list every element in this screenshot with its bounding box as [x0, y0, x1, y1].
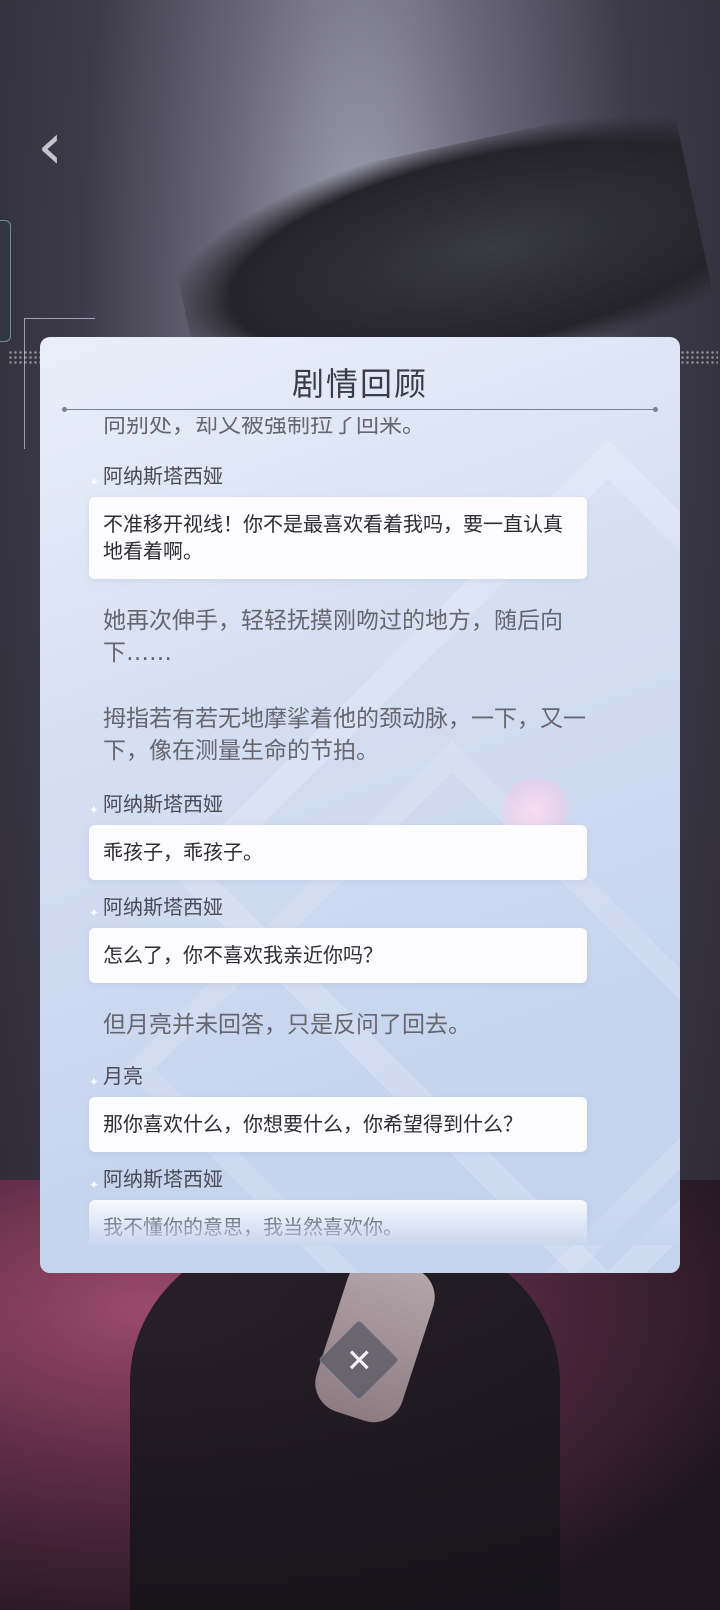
top-right-menu[interactable]	[550, 128, 670, 160]
narration-line: 但月亮并未回答，只是反问了回去。	[103, 1012, 471, 1038]
chevron-left-icon: ‹	[37, 110, 63, 184]
speech-bubble: 我不懂你的意思，我当然喜欢你。	[89, 1200, 587, 1245]
speaker-name: 阿纳斯塔西娅	[89, 461, 680, 497]
narration-line: 她再次伸手，轻轻抚摸刚吻过的地方，随后向下……	[103, 608, 563, 666]
story-review-panel: 剧情回顾 向别处，却又被强制拉了回来。 阿纳斯塔西娅 不准移开视线！你不是最喜欢…	[40, 337, 680, 1273]
speech-bubble: 怎么了，你不喜欢我亲近你吗？	[89, 928, 587, 983]
speaker-name: 阿纳斯塔西娅	[89, 1164, 680, 1200]
speech-bubble: 乖孩子，乖孩子。	[89, 825, 587, 880]
speaker-name: 阿纳斯塔西娅	[89, 789, 680, 825]
speech-bubble: 那你喜欢什么，你想要什么，你希望得到什么？	[89, 1097, 587, 1152]
dialogue-log-scroll[interactable]: 向别处，却又被强制拉了回来。 阿纳斯塔西娅 不准移开视线！你不是最喜欢看着我吗，…	[40, 417, 680, 1245]
dialogue-log: 向别处，却又被强制拉了回来。 阿纳斯塔西娅 不准移开视线！你不是最喜欢看着我吗，…	[40, 417, 680, 1245]
narration-line: 向别处，却又被强制拉了回来。	[103, 417, 425, 438]
panel-title: 剧情回顾	[291, 365, 428, 403]
back-button[interactable]: ‹	[22, 112, 78, 182]
speaker-name: 月亮	[89, 1061, 680, 1097]
speaker-name: 阿纳斯塔西娅	[89, 892, 680, 928]
narration-line: 拇指若有若无地摩挲着他的颈动脉，一下，又一下，像在测量生命的节拍。	[103, 706, 586, 764]
speech-bubble: 不准移开视线！你不是最喜欢看着我吗，要一直认真地看着啊。	[89, 497, 587, 579]
close-icon: ✕	[345, 1341, 373, 1379]
side-tab-handle[interactable]	[0, 220, 11, 342]
title-divider	[62, 407, 658, 412]
